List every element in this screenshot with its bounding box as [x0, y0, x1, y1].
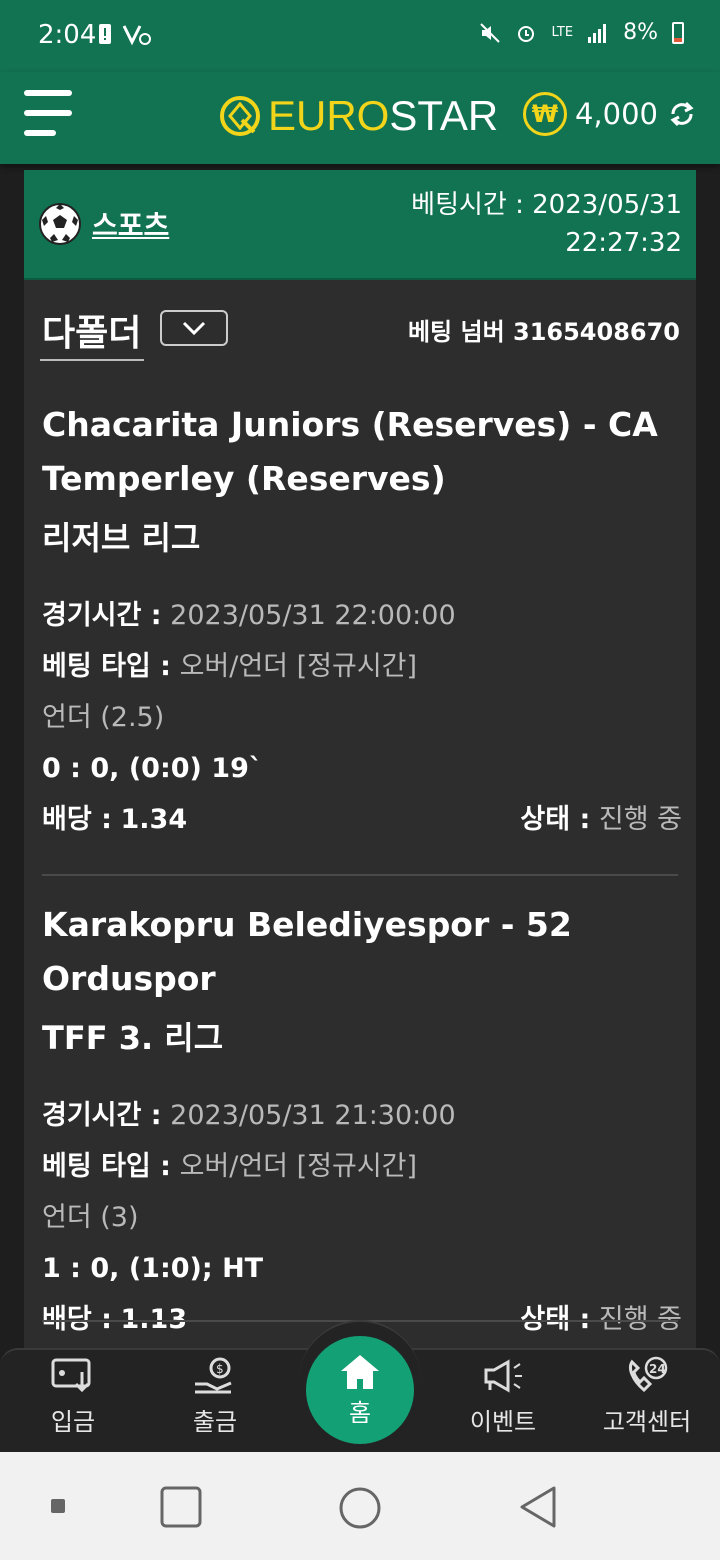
app-header: EUROSTAR ₩ 4,000 — [0, 72, 720, 164]
tab-underline — [40, 359, 144, 361]
logo-star: STAR — [389, 92, 499, 139]
menu-button[interactable] — [24, 90, 74, 140]
expand-dropdown-button[interactable] — [160, 310, 228, 346]
status-time: 2:04 — [38, 20, 97, 50]
league-name: 리저브 리그 — [42, 519, 201, 557]
status-bar: 2:04 LTE 8% — [0, 0, 720, 72]
logo-icon — [220, 96, 260, 136]
home-icon — [341, 1354, 379, 1389]
match-item: Karakopru Belediyespor - 52 Orduspor TFF… — [42, 898, 682, 1345]
nav-home[interactable]: 홈 — [306, 1336, 414, 1444]
soccer-ball-icon — [39, 203, 81, 245]
bet-detail-panel: 스포츠 베팅시간 : 2023/05/31 22:27:32 다폴더 베팅 넘버… — [24, 170, 696, 1370]
nav-event[interactable]: 이벤트 — [448, 1356, 558, 1437]
divider — [42, 874, 678, 876]
odds-value: 1.34 — [120, 804, 188, 835]
alert-icon — [99, 24, 111, 44]
battery-percent: 8% — [623, 20, 658, 45]
sports-link[interactable]: 스포츠 — [92, 204, 169, 244]
logo-euro: EURO — [268, 92, 390, 139]
withdraw-icon: $ — [195, 1357, 232, 1394]
refresh-icon[interactable] — [666, 98, 698, 130]
deposit-icon — [51, 1358, 91, 1393]
status-value: 진행 중 — [598, 804, 682, 835]
selection: 언더 (2.5) — [42, 702, 165, 733]
chevron-down-icon — [182, 321, 206, 336]
score: 0 : 0, (0:0) 19` — [42, 753, 263, 784]
bet-type-title: 다폴더 — [42, 313, 142, 354]
home-circle-icon[interactable] — [338, 1486, 382, 1530]
nav-withdraw[interactable]: $ 출금 — [160, 1356, 270, 1437]
wifi-calling-icon — [122, 25, 151, 46]
overview-icon[interactable] — [160, 1486, 202, 1528]
recent-dot-icon[interactable] — [50, 1498, 66, 1514]
support-24-icon: 24 — [629, 1356, 668, 1393]
score: 1 : 0, (1:0); HT — [42, 1253, 264, 1284]
game-time: 2023/05/31 21:30:00 — [170, 1100, 456, 1131]
won-icon: ₩ — [522, 92, 567, 136]
network-label: LTE — [551, 25, 574, 40]
battery-icon — [672, 21, 684, 44]
bet-time: 베팅시간 : 2023/05/31 22:27:32 — [411, 190, 682, 258]
match-item: Chacarita Juniors (Reserves) - CA Temper… — [42, 398, 682, 845]
signal-icon — [588, 23, 607, 43]
game-time: 2023/05/31 22:00:00 — [170, 600, 456, 631]
league-name: TFF 3. 리그 — [42, 1019, 224, 1057]
match-title: Karakopru Belediyespor - 52 Orduspor — [42, 905, 572, 998]
bet-number: 베팅 넘버 3165408670 — [407, 318, 680, 346]
svg-text:$: $ — [216, 1362, 224, 1376]
eurostar-logo[interactable]: EUROSTAR — [218, 92, 498, 140]
back-icon[interactable] — [518, 1484, 558, 1530]
megaphone-icon — [484, 1359, 522, 1393]
sport-bar: 스포츠 베팅시간 : 2023/05/31 22:27:32 — [24, 170, 696, 280]
alarm-icon — [518, 25, 535, 42]
balance: ₩ 4,000 — [522, 92, 698, 136]
svg-text:24: 24 — [649, 1362, 666, 1376]
bet-type: 오버/언더 [정규시간] — [179, 1151, 418, 1182]
balance-value: 4,000 — [574, 97, 658, 131]
nav-deposit[interactable]: 입금 — [18, 1356, 128, 1437]
bet-type: 오버/언더 [정규시간] — [179, 651, 418, 682]
android-nav-bar — [0, 1452, 720, 1560]
selection: 언더 (3) — [42, 1202, 139, 1233]
mute-icon — [480, 22, 501, 43]
match-title: Chacarita Juniors (Reserves) - CA Temper… — [42, 405, 658, 498]
nav-support[interactable]: 24 고객센터 — [592, 1356, 702, 1437]
